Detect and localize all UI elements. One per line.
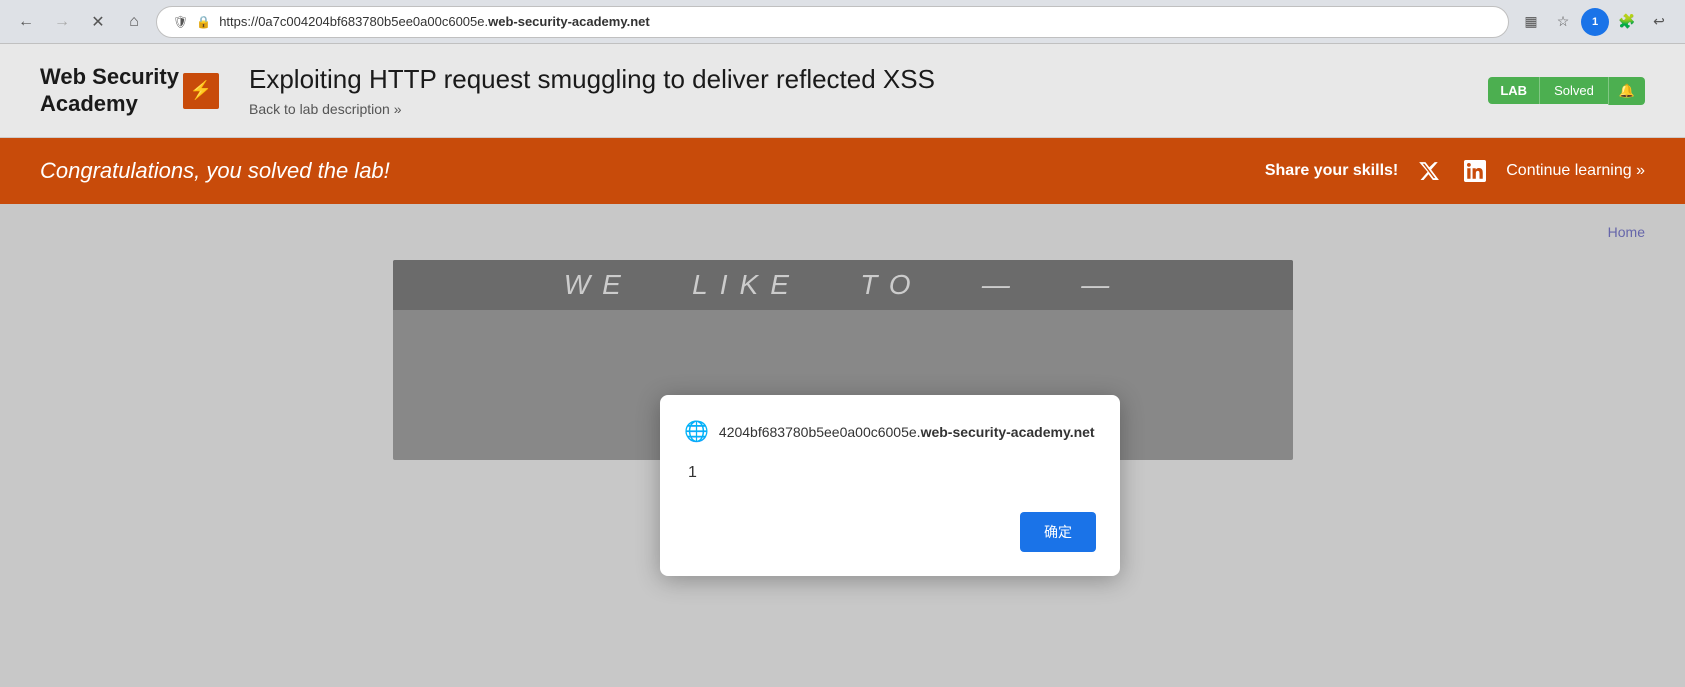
address-bar[interactable]: 🛡 🔒 https://0a7c004204bf683780b5ee0a00c6…: [156, 6, 1509, 38]
logo-text: Web Security Academy: [40, 64, 179, 117]
badge-bell-icon[interactable]: 🔔: [1608, 77, 1645, 105]
website-header-bar: WE LIKE TO — —: [393, 260, 1293, 310]
browser-actions: ▦ ☆ 1 🧩 ↩: [1517, 8, 1673, 36]
linkedin-icon[interactable]: [1460, 156, 1490, 186]
lab-badge: LAB Solved 🔔: [1488, 77, 1645, 105]
share-skills-label: Share your skills!: [1265, 162, 1398, 180]
url-domain: web-security-academy.net: [488, 14, 650, 29]
dialog-domain: 4204bf683780b5ee0a00c6005e.web-security-…: [719, 424, 1095, 440]
dialog-domain-suffix: web-security-academy.net: [921, 424, 1095, 440]
dialog-box: 🌐 4204bf683780b5ee0a00c6005e.web-securit…: [660, 395, 1120, 576]
header-info: Exploiting HTTP request smuggling to del…: [249, 64, 1458, 117]
twitter-icon[interactable]: [1414, 156, 1444, 186]
logo-icon: ⚡: [183, 73, 219, 109]
back-link[interactable]: Back to lab description »: [249, 101, 1458, 117]
security-icon: 🛡: [173, 15, 188, 29]
lock-icon: 🔒: [196, 15, 211, 29]
page-header: Web Security Academy ⚡ Exploiting HTTP r…: [0, 44, 1685, 138]
congrats-banner: Congratulations, you solved the lab! Sha…: [0, 138, 1685, 204]
badge-solved-label: Solved: [1539, 77, 1608, 104]
congrats-text: Congratulations, you solved the lab!: [40, 158, 1265, 184]
browser-chrome: ← → ✕ ⌂ 🛡 🔒 https://0a7c004204bf683780b5…: [0, 0, 1685, 44]
qr-button[interactable]: ▦: [1517, 8, 1545, 36]
forward-button[interactable]: →: [48, 8, 76, 36]
website-title: WE LIKE TO — —: [564, 269, 1122, 301]
banner-right: Share your skills! Continue learning »: [1265, 156, 1645, 186]
url-prefix: https://0a7c004204bf683780b5ee0a00c6005e…: [219, 14, 488, 29]
logo-line2: Academy: [40, 91, 138, 116]
dialog-domain-prefix: 4204bf683780b5ee0a00c6005e.: [719, 424, 921, 440]
badge-lab-label: LAB: [1488, 77, 1539, 104]
extensions-button[interactable]: 🧩: [1613, 8, 1641, 36]
notification-button[interactable]: 1: [1581, 8, 1609, 36]
bookmark-button[interactable]: ☆: [1549, 8, 1577, 36]
back-button[interactable]: ←: [12, 8, 40, 36]
dialog-header: 🌐 4204bf683780b5ee0a00c6005e.web-securit…: [684, 419, 1096, 444]
logo-line1: Web Security: [40, 64, 179, 89]
logo: Web Security Academy ⚡: [40, 64, 219, 117]
dialog-footer: 确定: [684, 512, 1096, 552]
url-text: https://0a7c004204bf683780b5ee0a00c6005e…: [219, 14, 1492, 29]
dialog-message: 1: [684, 464, 1096, 482]
continue-learning-link[interactable]: Continue learning »: [1506, 162, 1645, 180]
account-button[interactable]: ↩: [1645, 8, 1673, 36]
globe-icon: 🌐: [684, 419, 709, 444]
dialog-ok-button[interactable]: 确定: [1020, 512, 1096, 552]
lab-title: Exploiting HTTP request smuggling to del…: [249, 64, 1458, 95]
close-button[interactable]: ✕: [84, 8, 112, 36]
home-button[interactable]: ⌂: [120, 8, 148, 36]
home-link[interactable]: Home: [40, 224, 1645, 240]
